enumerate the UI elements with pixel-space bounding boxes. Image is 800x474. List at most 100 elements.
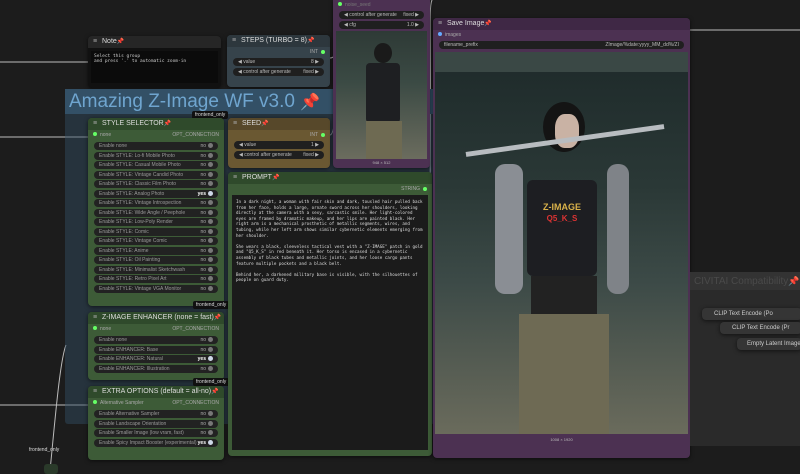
- output-label: STRING: [401, 185, 420, 192]
- toggle-knob: [208, 238, 213, 244]
- toggle-extra-2[interactable]: Enable Smaller Image (low vram, fast) no: [94, 429, 218, 437]
- steps-control-widget[interactable]: ◀ control after generate fixed ▶: [233, 68, 324, 76]
- toggle-knob: [208, 365, 213, 371]
- toggle-style_selector-6[interactable]: Enable STYLE: Vintage Introspection no: [94, 199, 218, 207]
- output-dot[interactable]: [321, 132, 325, 137]
- pin-icon: 📌: [271, 175, 280, 181]
- toggle-style_selector-15[interactable]: Enable STYLE: Vintage VGA Monitor no: [94, 284, 218, 293]
- output-label: OPT_CONNECTION: [172, 325, 219, 332]
- input-label: none: [100, 325, 112, 332]
- toggle-label: Enable STYLE: Retro Pixel Art: [99, 276, 167, 282]
- toggle-value: no: [200, 346, 206, 353]
- toggle-style_selector-9[interactable]: Enable STYLE: Comic no: [94, 227, 218, 236]
- seed-node[interactable]: SEED📌 INT ◀ value1 ▶ ◀ control after gen…: [228, 118, 330, 168]
- toggle-extra-1[interactable]: Enable Landscape Orientation no: [94, 419, 218, 428]
- node-title: Z-IMAGE ENHANCER (none = fast): [102, 314, 214, 321]
- toggle-label: Enable STYLE: Classic Film Photo: [99, 181, 176, 187]
- toggle-style_selector-11[interactable]: Enable STYLE: Anime no: [94, 246, 218, 255]
- toggle-style_selector-0[interactable]: Enable none no: [94, 142, 218, 150]
- clip-text-encode-negative-node[interactable]: CLIP Text Encode (Pr: [720, 322, 800, 334]
- toggle-style_selector-8[interactable]: Enable STYLE: Low-Poly Render no: [94, 218, 218, 226]
- sampler-preview-node[interactable]: noise_seed ◀ control after generate fixed…: [333, 0, 430, 168]
- input-dot[interactable]: [93, 399, 97, 404]
- output-dot[interactable]: [321, 49, 325, 54]
- toggle-value: no: [200, 411, 206, 417]
- toggle-value: no: [200, 200, 206, 206]
- toggle-enhancer-1[interactable]: Enable ENHANCER: Base no: [94, 345, 218, 354]
- toggle-label: Enable STYLE: Oil Painting: [99, 257, 161, 263]
- output-dot[interactable]: [423, 186, 427, 191]
- seed-value-widget[interactable]: ◀ value 1 ▶: [234, 141, 324, 149]
- toggle-style_selector-7[interactable]: Enable STYLE: Wide Angle / Peephole no: [94, 208, 218, 217]
- group-title[interactable]: CIVITAI Compatibility📌: [690, 272, 800, 290]
- cfg-widget[interactable]: ◀ cfg 1.0 ▶: [339, 21, 424, 29]
- note-textarea[interactable]: Select this group and press '.' to autom…: [91, 51, 218, 83]
- widget-label: value: [244, 142, 257, 148]
- toggle-knob: [208, 209, 213, 215]
- pin-icon: 📌: [261, 121, 269, 127]
- collapsed-node[interactable]: [44, 464, 58, 474]
- toggle-knob: [208, 200, 213, 206]
- prompt-textarea[interactable]: In a dark night, a woman with fair skin …: [232, 195, 428, 450]
- toggle-style_selector-12[interactable]: Enable STYLE: Oil Painting no: [94, 256, 218, 264]
- toggle-knob: [208, 257, 213, 263]
- widget-value: fixed: [403, 12, 414, 18]
- widget-label: control after generate: [243, 69, 291, 75]
- toggle-style_selector-3[interactable]: Enable STYLE: Vintage Candid Photo no: [94, 170, 218, 179]
- toggle-style_selector-13[interactable]: Enable STYLE: Minimalist Sketchwash no: [94, 265, 218, 274]
- input-dot[interactable]: [93, 325, 97, 330]
- toggle-style_selector-4[interactable]: Enable STYLE: Classic Film Photo no: [94, 180, 218, 188]
- toggle-extra-0[interactable]: Enable Alternative Sampler no: [94, 410, 218, 418]
- toggle-knob: [208, 439, 213, 445]
- toggle-style_selector-10[interactable]: Enable STYLE: Vintage Comic no: [94, 237, 218, 245]
- toggle-label: Enable Landscape Orientation: [99, 420, 167, 427]
- image-size-label: 948 × 512: [372, 160, 391, 165]
- style-selector-node[interactable]: STYLE SELECTOR📌 none OPT_CONNECTION Enabl…: [88, 118, 224, 306]
- toggle-value: no: [200, 209, 206, 216]
- toggle-enhancer-3[interactable]: Enable ENHANCER: Illustration no: [94, 364, 218, 373]
- toggle-value: no: [200, 337, 206, 343]
- toggle-knob: [208, 228, 213, 234]
- prompt-node[interactable]: PROMPT📌 STRING In a dark night, a woman …: [228, 172, 432, 456]
- steps-value-widget[interactable]: ◀ value 8 ▶: [233, 58, 324, 66]
- note-node[interactable]: Note📌 Select this group and press '.' to…: [88, 36, 221, 88]
- input-dot[interactable]: [338, 1, 342, 6]
- toggle-value: no: [200, 181, 206, 187]
- widget-label: cfg: [349, 22, 356, 28]
- toggle-enhancer-0[interactable]: Enable none no: [94, 336, 218, 344]
- extra-options-node[interactable]: EXTRA OPTIONS (default = all-no)📌 Altern…: [88, 386, 224, 460]
- group-title-text: CIVITAI Compatibility: [694, 276, 789, 287]
- toggle-style_selector-1[interactable]: Enable STYLE: Lo-fi Mobile Photo no: [94, 151, 218, 160]
- toggle-value: no: [200, 228, 206, 235]
- civitai-group[interactable]: CIVITAI Compatibility📌: [690, 272, 800, 446]
- toggle-label: Enable none: [99, 143, 128, 149]
- toggle-label: Enable ENHANCER: Illustration: [99, 365, 170, 372]
- empty-latent-image-node[interactable]: Empty Latent Image: [737, 338, 800, 350]
- enhancer-node[interactable]: Z-IMAGE ENHANCER (none = fast)📌 none OPT_…: [88, 312, 224, 380]
- input-dot[interactable]: [93, 131, 97, 136]
- toggle-value: yes: [197, 190, 206, 197]
- steps-node[interactable]: STEPS (TURBO = 8)📌 INT ◀ value8 ▶ ◀ cont…: [227, 35, 330, 87]
- patch-text: Z-IMAGE: [543, 202, 581, 212]
- toggle-extra-3[interactable]: Enable Spicy Impact Booster (experimenta…: [94, 438, 218, 447]
- toggle-label: Enable STYLE: Low-Poly Render: [99, 219, 173, 225]
- seed-control-widget[interactable]: ◀ control after generate fixed ▶: [234, 151, 324, 159]
- toggle-knob: [208, 181, 213, 187]
- note-title[interactable]: Note📌: [88, 36, 221, 48]
- widget-value: fixed: [303, 152, 314, 158]
- input-dot[interactable]: [438, 31, 442, 36]
- output-image: Z-IMAGE Q5_K_S: [435, 52, 688, 434]
- save-image-node[interactable]: Save Image📌 images filename_prefix ZImage…: [433, 18, 690, 458]
- toggle-style_selector-2[interactable]: Enable STYLE: Casual Mobile Photo no: [94, 161, 218, 169]
- toggle-enhancer-2[interactable]: Enable ENHANCER: Natural yes: [94, 355, 218, 363]
- filename-prefix-input[interactable]: filename_prefix ZImage/%date:yyyy_MM_dd%/…: [439, 41, 684, 49]
- toggle-knob: [208, 411, 213, 417]
- toggle-value: no: [200, 247, 206, 254]
- control-widget[interactable]: ◀ control after generate fixed ▶: [339, 11, 424, 19]
- prompt-paragraph: She wears a black, sleeveless tactical v…: [236, 243, 423, 266]
- input-label: images: [445, 31, 462, 38]
- toggle-style_selector-14[interactable]: Enable STYLE: Retro Pixel Art no: [94, 275, 218, 283]
- toggle-label: Enable STYLE: Vintage Introspection: [99, 200, 182, 206]
- toggle-style_selector-5[interactable]: Enable STYLE: Analog Photo yes: [94, 189, 218, 198]
- clip-text-encode-positive-node[interactable]: CLIP Text Encode (Po: [702, 308, 800, 320]
